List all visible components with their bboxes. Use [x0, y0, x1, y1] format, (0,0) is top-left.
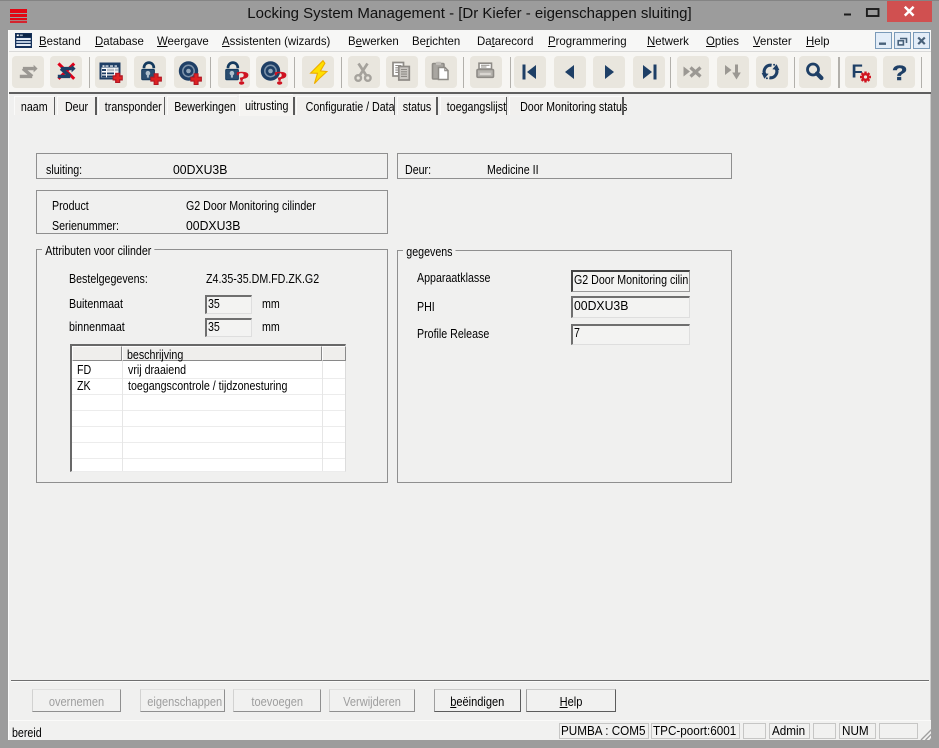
- svg-text:?: ?: [273, 68, 287, 89]
- svg-text:F: F: [851, 60, 862, 81]
- svg-text:?: ?: [235, 68, 249, 89]
- svg-text:?: ?: [892, 60, 907, 84]
